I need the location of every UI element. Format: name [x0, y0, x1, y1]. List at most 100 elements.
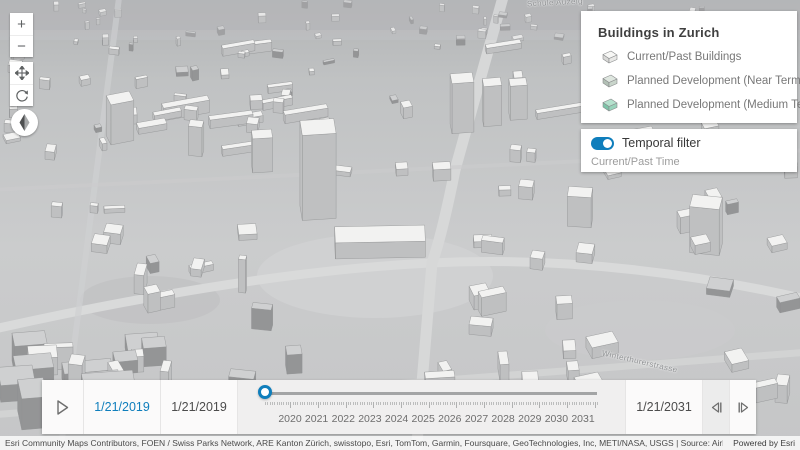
zoom-out-button[interactable]: − [10, 35, 33, 57]
slider-tick [456, 402, 458, 408]
slider-tick [451, 402, 453, 405]
year-label: 2030 [544, 413, 569, 425]
slider-tick [276, 402, 278, 405]
slider-tick [502, 402, 504, 405]
slider-tick [447, 402, 449, 405]
legend-item-label: Planned Development (Near Term) [627, 75, 800, 87]
slider-handle[interactable] [258, 385, 272, 399]
slider-tick [301, 402, 303, 405]
slider-tick [297, 402, 299, 405]
slider-tick [497, 402, 499, 405]
legend-item: Planned Development (Medium Term) [598, 98, 800, 112]
zoom-in-button[interactable]: + [10, 13, 33, 35]
play-button[interactable] [42, 380, 84, 434]
slider-tick [387, 402, 389, 405]
slider-tick [414, 402, 416, 405]
slider-tick [408, 402, 409, 405]
temporal-filter-toggle[interactable] [591, 136, 614, 150]
slider-tick [412, 402, 414, 405]
slider-tick [394, 402, 396, 405]
temporal-filter-panel: Temporal filter Current/Past Time [581, 129, 797, 172]
slider-tick [463, 402, 465, 405]
time-slider-track-area[interactable]: 2020 2021 2022 2023 2024 2025 2026 2027 2028 2029… [238, 380, 625, 434]
legend-item-label: Planned Development (Medium Term) [627, 99, 800, 111]
slider-tick [419, 402, 421, 405]
slider-tick [523, 402, 525, 405]
slider-tick [267, 402, 269, 405]
attribution-sources: Esri Community Maps Contributors, FOEN /… [5, 438, 724, 448]
step-forward-icon [738, 401, 748, 413]
slider-tick [470, 402, 472, 405]
legend-title: Buildings in Zurich [598, 25, 720, 40]
slider-tick [327, 402, 329, 405]
year-label: 2024 [384, 413, 409, 425]
slider-tick [435, 402, 437, 405]
slider-tick [562, 402, 564, 405]
slider-tick [311, 402, 313, 405]
slider-tick [504, 402, 506, 405]
temporal-filter-row: Temporal filter [591, 136, 787, 150]
slider-tick [329, 402, 331, 405]
building-swatch-icon [602, 74, 618, 88]
year-label: 2028 [491, 413, 515, 425]
slider-tick [479, 402, 481, 405]
slider-tick [550, 402, 552, 405]
slider-tick [366, 402, 368, 405]
slider-tick [567, 402, 569, 408]
previous-step-button[interactable] [702, 380, 729, 434]
slider-tick [306, 402, 308, 405]
slider-tick [477, 402, 479, 405]
slider-tick [403, 402, 405, 405]
rotate-view-button[interactable] [10, 84, 33, 106]
slider-tick [322, 402, 324, 405]
slider-tick [516, 402, 518, 405]
slider-tick [405, 402, 407, 405]
slider-tick [569, 402, 571, 405]
year-label: 2031 [571, 413, 595, 425]
slider-year-labels: 2020 2021 2022 2023 2024 2025 2026 2027 2028 2029… [238, 413, 625, 427]
slider-tick [574, 402, 575, 405]
slider-tick [271, 402, 273, 405]
slider-tick [378, 402, 379, 405]
slider-tick [560, 402, 562, 405]
slider-tick [295, 402, 296, 405]
time-slider-panel: 1/21/2019 1/21/2019 2020 2021 2022 2023 2024… [42, 380, 756, 434]
slider-tick [401, 402, 403, 408]
slider-tick [313, 402, 315, 405]
slider-tick [495, 402, 497, 405]
pan-button[interactable] [10, 62, 33, 84]
slider-tick [493, 402, 495, 405]
slider-tick [440, 402, 442, 405]
slider-tick [553, 402, 555, 405]
temporal-filter-label: Temporal filter [622, 136, 701, 150]
slider-tick [590, 402, 592, 405]
slider-tick [285, 402, 287, 405]
slider-tick [424, 402, 426, 405]
slider-tick [438, 402, 439, 405]
slider-tick [488, 402, 490, 405]
slider-tick [580, 402, 582, 405]
slider-tick [467, 402, 469, 405]
slider-tick [564, 402, 566, 405]
slider-tick [458, 402, 460, 405]
next-step-button[interactable] [729, 380, 756, 434]
slider-tick [518, 402, 520, 405]
slider-tick [511, 402, 513, 408]
minus-icon: − [17, 38, 26, 55]
slider-tick [345, 402, 347, 408]
slider-tick [539, 402, 541, 408]
slider-tick [357, 402, 359, 405]
slider-tick [283, 402, 285, 405]
time-start-date-link[interactable]: 1/21/2019 [84, 380, 161, 434]
slider-tick [484, 402, 486, 408]
slider-tick [373, 402, 375, 408]
powered-by-esri: Powered by Esri [733, 438, 795, 448]
slider-tick [382, 402, 384, 405]
slider-tick [594, 402, 596, 408]
slider-tick [371, 402, 373, 405]
slider-tick [597, 402, 599, 405]
compass-button[interactable] [11, 109, 38, 136]
legend-panel: Buildings in Zurich Current/Past Buildin… [581, 11, 800, 123]
time-end-value: 1/21/2031 [625, 380, 702, 434]
time-current-value: 1/21/2019 [161, 380, 238, 434]
